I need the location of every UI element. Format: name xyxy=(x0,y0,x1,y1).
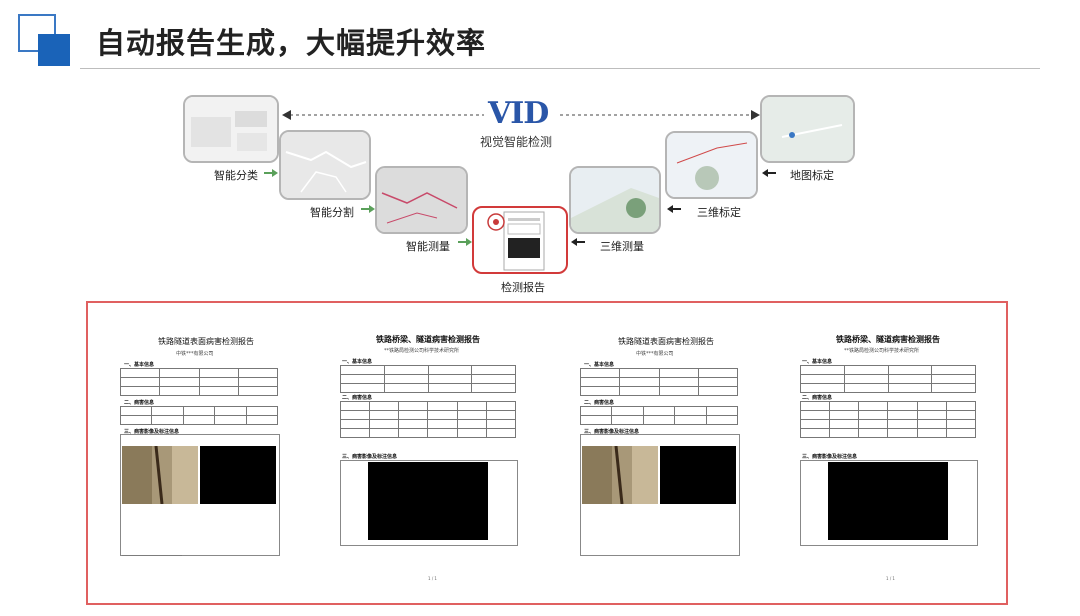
measure-thumbnail xyxy=(375,166,468,234)
classify-image xyxy=(185,97,277,161)
page-number: 1 / 1 xyxy=(428,576,437,581)
report-title: 铁路桥梁、隧道病害检测报告 xyxy=(376,335,480,344)
report-subtitle: **铁路局检测公司科学技术研究所 xyxy=(844,348,920,354)
report-section: 二、病害信息 xyxy=(342,395,373,401)
report-subtitle: 中铁***有限公司 xyxy=(636,351,674,357)
step-label-calib3d: 三维标定 xyxy=(697,206,741,219)
step-label-mapcalib: 地图标定 xyxy=(790,169,834,182)
report-page-2: 铁路桥梁、隧道病害检测报告 **铁路局检测公司科学技术研究所 一、基本信息 二、… xyxy=(312,304,549,602)
black-arrow-icon xyxy=(667,205,681,213)
green-arrow-icon xyxy=(361,205,375,213)
calib3d-thumbnail xyxy=(665,131,758,199)
logo-filled-square xyxy=(38,34,70,66)
crack-mask-image xyxy=(368,462,488,540)
report-section: 三、病害影像及标注信息 xyxy=(802,454,858,460)
mapcalib-thumbnail xyxy=(760,95,855,163)
black-arrow-icon xyxy=(762,169,776,177)
report-table xyxy=(119,368,279,396)
crack-mask-image xyxy=(828,462,948,540)
step-label-measure: 智能测量 xyxy=(406,240,450,253)
report-page-3: 铁路隧道表面病害检测报告 中铁***有限公司 一、基本信息 二、病害信息 三、病… xyxy=(548,304,773,602)
report-title: 铁路隧道表面病害检测报告 xyxy=(618,337,714,346)
vid-logo-subtitle: 视觉智能检测 xyxy=(480,135,553,149)
segment-image xyxy=(281,132,369,198)
report-image xyxy=(487,211,545,271)
report-section: 一、基本信息 xyxy=(124,362,155,368)
mapcalib-image xyxy=(762,97,853,161)
black-arrow-icon xyxy=(571,238,585,246)
report-table xyxy=(799,401,977,438)
report-page-1: 铁路隧道表面病害检测报告 中铁***有限公司 一、基本信息 二、病害信息 三、病… xyxy=(88,304,313,602)
crack-mask-image xyxy=(200,446,276,504)
report-section: 一、基本信息 xyxy=(342,359,373,365)
report-table xyxy=(579,368,739,396)
measure-image xyxy=(377,168,466,232)
measure3d-image xyxy=(571,168,659,232)
step-label-report: 检测报告 xyxy=(501,281,545,294)
report-title: 铁路隧道表面病害检测报告 xyxy=(158,337,254,346)
report-section: 三、病害影像及标注信息 xyxy=(342,454,398,460)
report-table xyxy=(579,406,739,425)
report-section: 一、基本信息 xyxy=(802,359,833,365)
green-arrow-icon xyxy=(458,238,472,246)
report-subtitle: 中铁***有限公司 xyxy=(176,351,214,357)
page-title: 自动报告生成，大幅提升效率 xyxy=(96,26,487,60)
report-table xyxy=(800,365,976,393)
report-subtitle: **铁路局检测公司科学技术研究所 xyxy=(384,348,460,354)
report-page-4: 铁路桥梁、隧道病害检测报告 **铁路局检测公司科学技术研究所 一、基本信息 二、… xyxy=(772,304,1006,602)
report-title: 铁路桥梁、隧道病害检测报告 xyxy=(836,335,940,344)
calib3d-image xyxy=(667,133,756,197)
title-divider xyxy=(80,68,1040,69)
report-thumbnail xyxy=(472,206,568,274)
report-section: 二、病害信息 xyxy=(124,400,155,406)
report-table xyxy=(339,401,517,438)
step-label-measure3d: 三维测量 xyxy=(600,240,644,253)
report-section: 二、病害信息 xyxy=(802,395,833,401)
measure3d-thumbnail xyxy=(569,166,661,234)
classify-thumbnail xyxy=(183,95,279,163)
green-arrow-icon xyxy=(264,169,278,177)
crack-photo xyxy=(122,446,198,504)
report-section: 二、病害信息 xyxy=(584,400,615,406)
crack-photo xyxy=(582,446,658,504)
page-number: 1 / 1 xyxy=(886,576,895,581)
vid-logo: VID xyxy=(488,96,549,131)
step-label-segment: 智能分割 xyxy=(310,206,354,219)
segment-thumbnail xyxy=(279,130,371,200)
crack-mask-image xyxy=(660,446,736,504)
report-table xyxy=(340,365,516,393)
report-table xyxy=(119,406,279,425)
step-label-classify: 智能分类 xyxy=(214,169,258,182)
report-section: 一、基本信息 xyxy=(584,362,615,368)
